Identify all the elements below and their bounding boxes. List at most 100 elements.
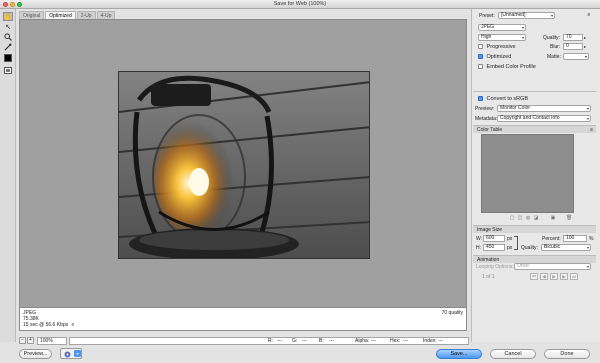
download-speed-text: 15 sec @ 56.6 Kbps [23, 322, 69, 328]
percent-input[interactable]: 100 [563, 235, 587, 242]
image-preview-area[interactable] [19, 19, 467, 308]
progressive-label: Progressive [486, 44, 516, 50]
alpha-value: --- [371, 338, 376, 344]
divider [473, 91, 596, 92]
last-frame-button[interactable]: ⏭ [570, 273, 578, 280]
color-table-menu-icon[interactable]: ≡ [590, 126, 593, 134]
optimized-label: Optimized [486, 54, 512, 60]
progressive-checkbox[interactable] [478, 44, 483, 50]
progressive-option[interactable]: Progressive [478, 44, 516, 50]
g-value: --- [302, 338, 307, 344]
optimize-menu-icon[interactable]: ≡ [584, 12, 594, 19]
height-unit: px [507, 245, 513, 251]
cancel-button[interactable]: Cancel [490, 349, 536, 359]
play-button[interactable]: ▶ [550, 273, 558, 280]
optimized-option[interactable]: Optimized [478, 54, 511, 60]
next-frame-button[interactable]: ▶ [560, 273, 568, 280]
quality-input[interactable]: 70 [563, 34, 583, 41]
trash-icon[interactable]: 🗑 [566, 215, 572, 221]
r-label: R: [268, 338, 273, 344]
new-color-icon[interactable]: ◪ [533, 215, 539, 221]
embed-color-profile-option[interactable]: Embed Color Profile [478, 64, 536, 70]
b-value: --- [329, 338, 334, 344]
tab-original[interactable]: Original [19, 11, 45, 19]
convert-srgb-checkbox[interactable] [478, 96, 483, 102]
animation-label: Animation [477, 257, 500, 263]
preset-label: Preset: [479, 13, 495, 19]
preview-mode-select[interactable]: Monitor Color [497, 105, 591, 112]
lock-color-icon[interactable]: ◍ [525, 215, 531, 221]
percent-unit: % [589, 236, 594, 242]
convert-srgb-option[interactable]: Convert to sRGB [478, 96, 528, 102]
g-label: G: [292, 338, 298, 344]
resample-quality-select[interactable]: Bicubic [541, 244, 591, 251]
tab-optimized[interactable]: Optimized [45, 11, 76, 19]
r-value: --- [277, 338, 282, 344]
chevron-down-icon: ▾ [74, 350, 81, 357]
download-speed-menu-icon[interactable]: ≡ [72, 322, 75, 328]
delete-color-icon[interactable]: ▣ [550, 215, 556, 221]
tab-4-up[interactable]: 4-Up [96, 11, 116, 19]
toggle-slices-visibility-icon[interactable] [4, 67, 12, 74]
quality-stepper[interactable]: ▸ [584, 34, 589, 41]
preset-select[interactable]: [Unnamed] [498, 12, 555, 19]
color-table[interactable] [481, 134, 574, 213]
percent-label: Percent: [542, 236, 561, 242]
preview-button[interactable]: Preview... [19, 349, 52, 359]
index-value: --- [438, 338, 443, 344]
embed-color-profile-checkbox[interactable] [478, 64, 483, 70]
embed-color-profile-label: Embed Color Profile [486, 64, 536, 70]
index-label: Index: [423, 338, 437, 344]
zoom-in-button[interactable]: + [27, 337, 34, 344]
quality-label: Quality: [543, 35, 560, 41]
metadata-select[interactable]: Copyright and Contact Info [497, 115, 591, 122]
hex-label: Hex: [390, 338, 401, 344]
optimized-checkbox[interactable] [478, 54, 483, 60]
height-input[interactable]: 450 [483, 244, 505, 251]
image-size-label: Image Size [477, 227, 503, 233]
width-label: W: [476, 236, 483, 242]
convert-srgb-label: Convert to sRGB [486, 96, 529, 102]
web-snap-icon[interactable]: ◫ [517, 215, 523, 221]
hand-icon[interactable]: ✋ [3, 12, 13, 21]
quality-note: 70 quality [441, 310, 463, 316]
file-format-select[interactable]: JPEG [478, 24, 526, 31]
previous-frame-button[interactable]: ◀ [540, 273, 548, 280]
first-frame-button[interactable]: ⏮ [530, 273, 538, 280]
height-label: H: [476, 245, 481, 251]
zoom-icon[interactable] [3, 32, 13, 41]
zoom-out-button[interactable]: − [19, 337, 26, 344]
quality-level-select[interactable]: High [478, 34, 526, 41]
blur-stepper[interactable]: ▸ [584, 43, 589, 50]
browser-select[interactable]: ▾ [60, 348, 82, 359]
view-tabs: Original Optimized 2-Up 4-Up [19, 11, 116, 19]
eyedropper-color-swatch[interactable] [4, 54, 12, 62]
looping-options-label: Looping Options: [476, 264, 514, 270]
frame-counter: 1 of 1 [482, 274, 495, 280]
preview-mode-label: Preview: [475, 106, 495, 112]
save-button[interactable]: Save... [436, 349, 482, 359]
tab-2-up[interactable]: 2-Up [76, 11, 96, 19]
browser-icon [64, 351, 71, 358]
hex-value: --- [403, 338, 408, 344]
zoom-level-select[interactable]: 100% [37, 337, 67, 345]
blur-input[interactable]: 0 [563, 43, 583, 50]
animation-header: Animation [473, 255, 596, 263]
optimization-info: JPEG 75.38K 15 sec @ 56.6 Kbps ≡ 70 qual… [19, 308, 467, 331]
map-to-transparent-icon[interactable]: ▢ [509, 215, 515, 221]
blur-label: Blur: [550, 44, 561, 50]
eyedropper-icon[interactable] [3, 42, 13, 51]
tool-column: ✋ ↖ [0, 9, 16, 342]
done-button[interactable]: Done [544, 349, 590, 359]
window-title: Save for Web (100%) [273, 1, 327, 7]
slice-select-icon[interactable]: ↖ [3, 22, 13, 31]
preview-image [118, 71, 370, 259]
matte-select[interactable] [563, 53, 589, 60]
looping-options-select[interactable]: Once [514, 263, 591, 270]
width-input[interactable]: 600 [483, 235, 505, 242]
color-table-header: Color Table ≡ [473, 125, 596, 133]
color-table-label: Color Table [477, 127, 503, 133]
download-time-text: 15 sec @ 56.6 Kbps ≡ [23, 322, 463, 328]
alpha-label: Alpha: [355, 338, 370, 344]
constrain-proportions-link-icon[interactable] [514, 236, 518, 250]
